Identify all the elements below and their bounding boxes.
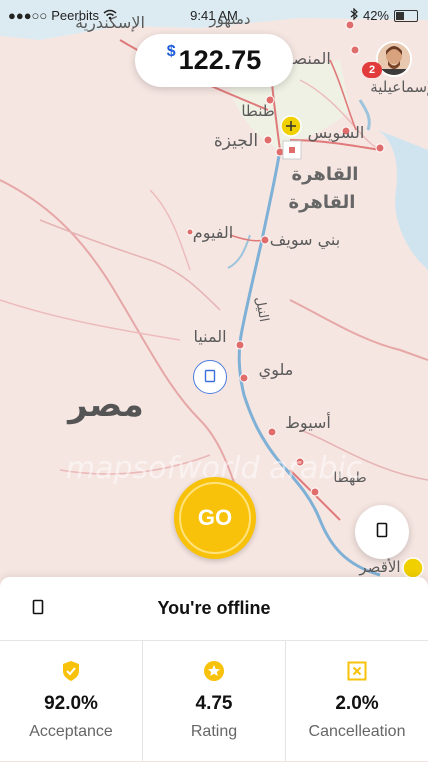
map-label-giza: الجيزة <box>214 131 258 151</box>
status-right: 42% <box>350 7 418 23</box>
map-label-tanta: طنطا <box>241 102 274 120</box>
stat-cancellation: 2.0% Cancelleation <box>285 641 428 762</box>
earnings-pill[interactable]: $ 122.75 <box>135 34 293 87</box>
map-label-minya: المنيا <box>193 327 226 346</box>
acceptance-label: Acceptance <box>29 723 113 740</box>
panel-header: You're offline <box>0 577 428 641</box>
notification-badge: 2 <box>362 62 382 78</box>
map-label-mallawi: ملوي <box>259 360 294 380</box>
status-bar: ●●●○○ Peerbits 9:41 AM 42% <box>0 0 428 30</box>
go-online-button[interactable]: GO <box>174 477 256 559</box>
x-square-icon <box>345 659 369 683</box>
shield-check-icon <box>59 659 83 683</box>
driver-status-panel: You're offline 92.0% Acceptance 4.75 Rat… <box>0 577 428 762</box>
cancellation-label: Cancelleation <box>308 723 406 740</box>
stats-row: 92.0% Acceptance 4.75 Rating 2.0% Cancel… <box>0 641 428 762</box>
map-label-ismailia: الإسماعيلية <box>370 78 428 96</box>
map-label-cairo: القاهرة <box>292 164 359 185</box>
stat-acceptance: 92.0% Acceptance <box>0 641 142 762</box>
current-location-marker <box>193 360 227 394</box>
recenter-button[interactable] <box>355 505 409 559</box>
rating-label: Rating <box>190 723 238 740</box>
map-label-luxor: الأقصر <box>358 557 400 576</box>
go-button-label: GO <box>197 505 233 530</box>
location-pin-icon <box>204 369 216 386</box>
cancellation-value: 2.0% <box>335 693 379 714</box>
map-label-beni-suef: بني سويف <box>270 230 340 250</box>
map-label-fayoum: الفيوم <box>193 223 233 243</box>
map-label-cairo-2: القاهرة <box>289 192 356 213</box>
map-label-suez: السويس <box>308 123 365 143</box>
star-badge-icon <box>202 659 226 683</box>
earnings-amount: 122.75 <box>178 45 262 75</box>
panel-title: You're offline <box>157 598 271 618</box>
stat-rating: 4.75 Rating <box>142 641 285 762</box>
acceptance-value: 92.0% <box>44 693 98 714</box>
battery-fill <box>396 11 405 20</box>
bluetooth-icon <box>350 7 358 23</box>
map-label-asyut: أسيوط <box>285 412 331 433</box>
avatar-image <box>378 43 410 75</box>
map-label-country: مصر <box>66 385 144 425</box>
rating-value: 4.75 <box>195 693 233 714</box>
battery-icon <box>394 9 418 22</box>
battery-percent: 42% <box>362 8 389 23</box>
recenter-icon <box>376 522 388 543</box>
currency-symbol: $ <box>166 42 176 60</box>
